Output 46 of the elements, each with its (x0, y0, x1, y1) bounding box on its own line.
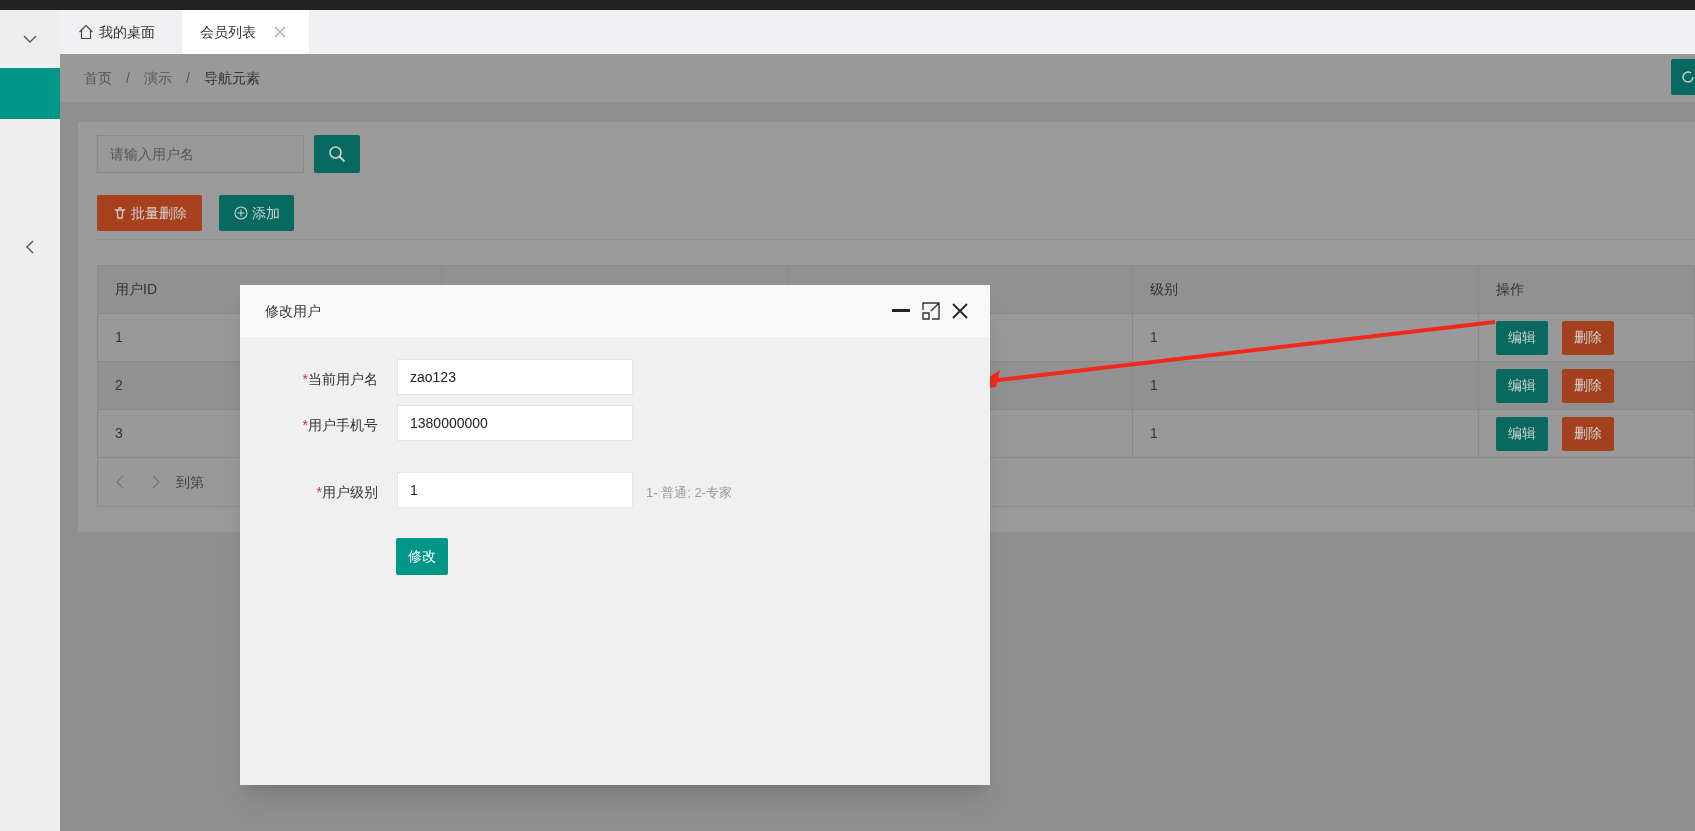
column-header: 操作 (1496, 280, 1524, 299)
table-cell-text: 1 (115, 328, 123, 347)
chevron-left-icon[interactable] (26, 240, 34, 254)
search-button[interactable] (314, 135, 360, 173)
field-hint: 1- 普通; 2-专家 (646, 484, 732, 503)
breadcrumb-separator: / (126, 68, 130, 88)
close-icon[interactable] (952, 303, 968, 319)
maximize-icon[interactable] (922, 302, 940, 320)
refresh-icon (1681, 70, 1695, 84)
column-header: 用户ID (115, 280, 157, 299)
table-cell-text: 1 (1150, 376, 1158, 395)
delete-button[interactable]: 删除 (1562, 320, 1614, 355)
breadcrumb-link[interactable]: 首页 (84, 67, 112, 89)
trash-icon (112, 206, 127, 220)
home-icon (78, 24, 94, 40)
table-cell-text: 1 (1150, 424, 1158, 443)
field-label: *当前用户名 (301, 369, 378, 389)
delete-button[interactable]: 删除 (1562, 416, 1614, 451)
search-icon (328, 145, 346, 163)
table-cell-text: 3 (115, 424, 123, 443)
tab[interactable]: 会员列表 (182, 10, 309, 54)
edit-button[interactable]: 编辑 (1496, 320, 1548, 355)
table-cell-text: 1 (1150, 328, 1158, 347)
add-button[interactable]: 添加 (219, 195, 294, 231)
batch-delete-button[interactable]: 批量删除 (97, 195, 202, 231)
table-cell-text: 2 (115, 376, 123, 395)
search-field[interactable]: 请输入用户名 (97, 135, 304, 173)
input-field[interactable]: 1 (397, 472, 633, 508)
edit-button[interactable]: 编辑 (1496, 368, 1548, 403)
edit-button[interactable]: 编辑 (1496, 416, 1548, 451)
delete-button[interactable]: 删除 (1562, 368, 1614, 403)
minimize-icon[interactable] (892, 309, 910, 313)
chevron-down-icon[interactable] (23, 35, 37, 43)
field-label: *用户级别 (315, 482, 378, 502)
plus-circle-icon (233, 206, 248, 220)
dialog-title: 修改用户 (265, 301, 321, 321)
breadcrumb-link[interactable]: 演示 (143, 67, 172, 89)
input-field[interactable]: zao123 (397, 359, 633, 395)
goto-label: 到第 (176, 472, 204, 492)
input-field[interactable]: 1380000000 (397, 405, 633, 441)
column-header: 级别 (1150, 280, 1178, 299)
tab[interactable]: 我的桌面 (65, 10, 182, 54)
submit-button[interactable]: 修改 (396, 538, 448, 575)
breadcrumb-current: 导航元素 (203, 68, 260, 88)
breadcrumb-separator: / (185, 68, 190, 88)
field-label: *用户手机号 (301, 415, 378, 435)
